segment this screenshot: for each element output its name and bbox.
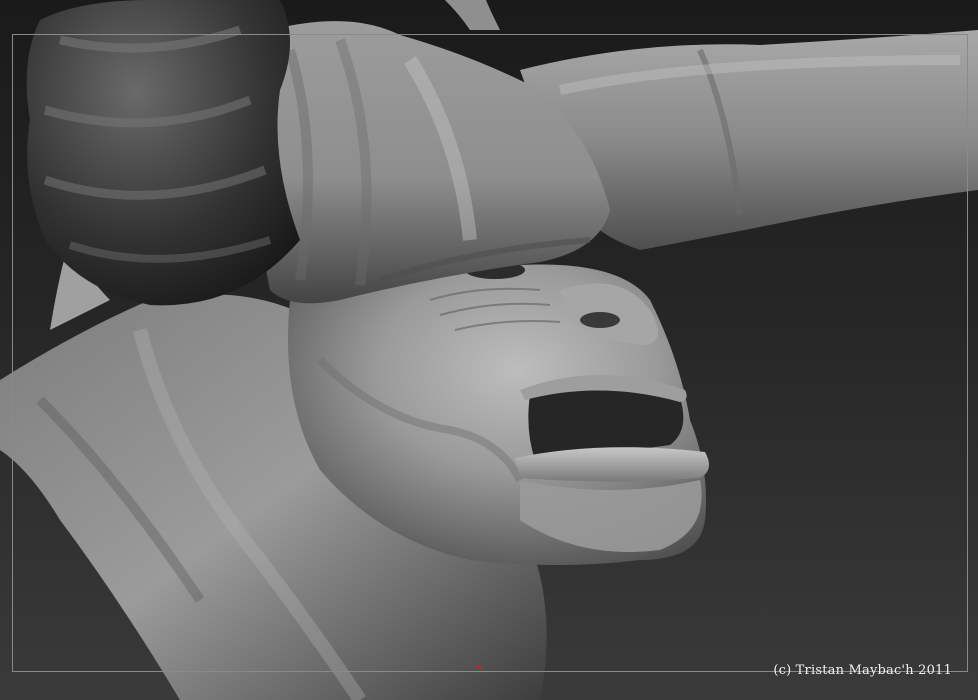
creature-sculpt-render (0, 0, 978, 700)
top-spike (430, 0, 500, 30)
nostril (580, 312, 620, 328)
sculpt-viewport[interactable]: (c) Tristan Maybac'h 2011 (0, 0, 978, 700)
copyright-watermark: (c) Tristan Maybac'h 2011 (773, 663, 952, 678)
transpose-marker-icon[interactable] (477, 666, 481, 670)
